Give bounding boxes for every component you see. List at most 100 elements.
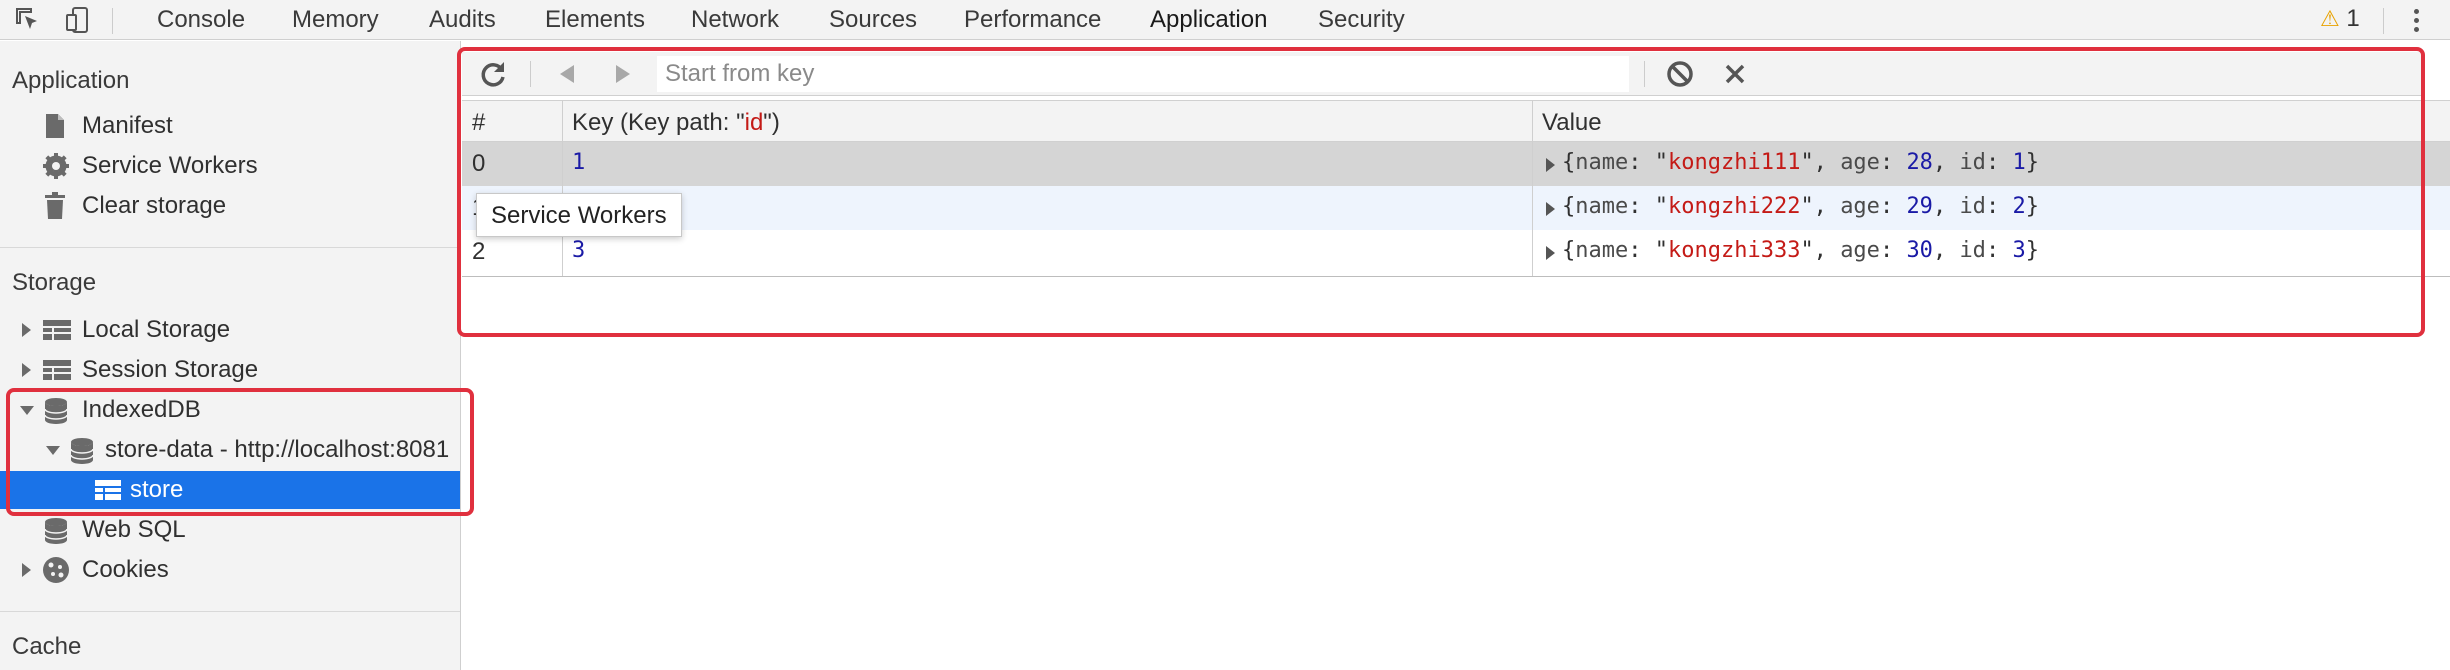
refresh-icon[interactable] — [478, 58, 510, 90]
row-index: 2 — [472, 238, 486, 265]
key-header-prefix: Key (Key path: " — [572, 109, 745, 136]
tab-application[interactable]: Application — [1150, 6, 1267, 34]
value-age: 29 — [1906, 194, 1933, 219]
sidebar-item-label: store-data - http://localhost:8081 — [105, 436, 450, 463]
value-id: 1 — [2012, 150, 2026, 175]
tab-security[interactable]: Security — [1318, 6, 1405, 34]
sidebar-item-label: Web SQL — [82, 516, 186, 543]
expand-arrow-icon[interactable] — [22, 563, 31, 577]
column-header-index[interactable]: # — [472, 109, 485, 137]
clear-object-store-icon[interactable] — [1664, 58, 1696, 90]
toolbar-divider — [2383, 8, 2384, 34]
row-key: 1 — [572, 150, 586, 175]
value-name: kongzhi111 — [1667, 150, 1801, 175]
trash-icon — [45, 192, 65, 219]
sidebar-item-database[interactable]: store-data - http://localhost:8081 — [0, 431, 460, 469]
sidebar-item-service-workers[interactable]: Service Workers — [0, 147, 460, 185]
value-id: 3 — [2012, 238, 2026, 263]
warnings-counter[interactable]: ⚠ 1 — [2320, 5, 2360, 33]
sidebar-item-label: Local Storage — [82, 316, 231, 343]
warning-count: 1 — [2346, 5, 2360, 32]
sidebar-item-label: Cookies — [82, 556, 169, 583]
row-key: 3 — [572, 238, 586, 263]
application-sidebar: Application Manifest Service Workers Cle… — [0, 41, 461, 670]
sidebar-item-manifest[interactable]: Manifest — [0, 107, 460, 145]
table-icon — [43, 360, 71, 380]
tooltip: Service Workers — [476, 193, 682, 237]
sidebar-divider — [0, 611, 460, 612]
column-header-key[interactable]: Key (Key path: "id") — [572, 109, 780, 137]
tab-sources[interactable]: Sources — [829, 6, 917, 34]
column-divider[interactable] — [1532, 100, 1533, 276]
sidebar-item-web-sql[interactable]: Web SQL — [0, 511, 460, 549]
collapse-arrow-icon[interactable] — [46, 446, 60, 455]
previous-page-icon[interactable] — [552, 58, 584, 90]
row-index: 0 — [472, 150, 486, 177]
cookie-icon — [43, 557, 69, 583]
inspect-element-icon[interactable] — [14, 6, 42, 34]
tab-console[interactable]: Console — [157, 6, 245, 34]
more-options-icon[interactable] — [2406, 6, 2426, 34]
expand-value-icon[interactable] — [1546, 246, 1555, 260]
sidebar-item-label: IndexedDB — [82, 396, 201, 423]
expand-value-icon[interactable] — [1546, 202, 1555, 216]
warning-icon: ⚠ — [2320, 6, 2340, 31]
tab-network[interactable]: Network — [691, 6, 779, 34]
row-value: {name: "kongzhi111", age: 28, id: 1} — [1562, 150, 2039, 175]
table-header: # Key (Key path: "id") Value — [462, 100, 2450, 142]
sidebar-item-clear-storage[interactable]: Clear storage — [0, 187, 460, 225]
delete-selected-icon[interactable] — [1719, 58, 1751, 90]
tab-performance[interactable]: Performance — [964, 6, 1101, 34]
database-icon — [44, 518, 68, 544]
toolbar-divider — [112, 8, 113, 34]
sidebar-item-label: Service Workers — [82, 152, 258, 179]
value-age: 30 — [1906, 238, 1933, 263]
start-from-key-input[interactable] — [657, 56, 1629, 92]
table-icon — [95, 480, 121, 500]
sidebar-item-store[interactable]: store — [0, 471, 460, 509]
database-icon — [70, 438, 94, 464]
table-icon — [43, 320, 71, 340]
toolbar-divider — [1644, 61, 1645, 87]
sidebar-item-label: Clear storage — [82, 192, 227, 219]
gear-icon — [43, 153, 69, 179]
expand-arrow-icon[interactable] — [22, 363, 31, 377]
toolbar-divider — [530, 61, 531, 87]
sidebar-item-local-storage[interactable]: Local Storage — [0, 311, 460, 349]
value-name: kongzhi333 — [1667, 238, 1801, 263]
sidebar-item-session-storage[interactable]: Session Storage — [0, 351, 460, 389]
column-header-value[interactable]: Value — [1542, 109, 1602, 137]
sidebar-item-indexeddb[interactable]: IndexedDB — [0, 391, 460, 429]
device-toolbar-icon[interactable] — [64, 6, 92, 34]
key-header-suffix: ") — [763, 109, 780, 136]
sidebar-item-cookies[interactable]: Cookies — [0, 551, 460, 589]
value-name: kongzhi222 — [1667, 194, 1801, 219]
next-page-icon[interactable] — [606, 58, 638, 90]
table-row[interactable]: 2 3 {name: "kongzhi333", age: 30, id: 3} — [462, 230, 2450, 274]
value-age: 28 — [1906, 150, 1933, 175]
collapse-arrow-icon[interactable] — [20, 406, 34, 415]
document-icon — [46, 114, 64, 138]
tab-memory[interactable]: Memory — [292, 6, 379, 34]
sidebar-item-label: Manifest — [82, 112, 173, 139]
devtools-tab-bar: Console Memory Audits Elements Network S… — [0, 0, 2450, 40]
table-row[interactable]: 1 2 {name: "kongzhi222", age: 29, id: 2} — [462, 186, 2450, 230]
value-id: 2 — [2012, 194, 2026, 219]
table-row[interactable]: 0 1 {name: "kongzhi111", age: 28, id: 1} — [462, 142, 2450, 186]
section-title-storage: Storage — [12, 269, 97, 296]
key-path: id — [744, 109, 764, 136]
expand-value-icon[interactable] — [1546, 158, 1555, 172]
row-value: {name: "kongzhi222", age: 29, id: 2} — [1562, 194, 2039, 219]
expand-arrow-icon[interactable] — [22, 323, 31, 337]
tab-audits[interactable]: Audits — [429, 6, 496, 34]
row-value: {name: "kongzhi333", age: 30, id: 3} — [1562, 238, 2039, 263]
sidebar-item-label: store — [130, 476, 184, 503]
section-title-cache: Cache — [12, 633, 82, 660]
section-title-application: Application — [12, 67, 130, 94]
column-divider[interactable] — [562, 100, 563, 276]
sidebar-item-label: Session Storage — [82, 356, 259, 383]
table-bottom-border — [462, 276, 2450, 277]
sidebar-divider — [0, 247, 460, 248]
tab-elements[interactable]: Elements — [545, 6, 645, 34]
database-icon — [44, 398, 68, 424]
